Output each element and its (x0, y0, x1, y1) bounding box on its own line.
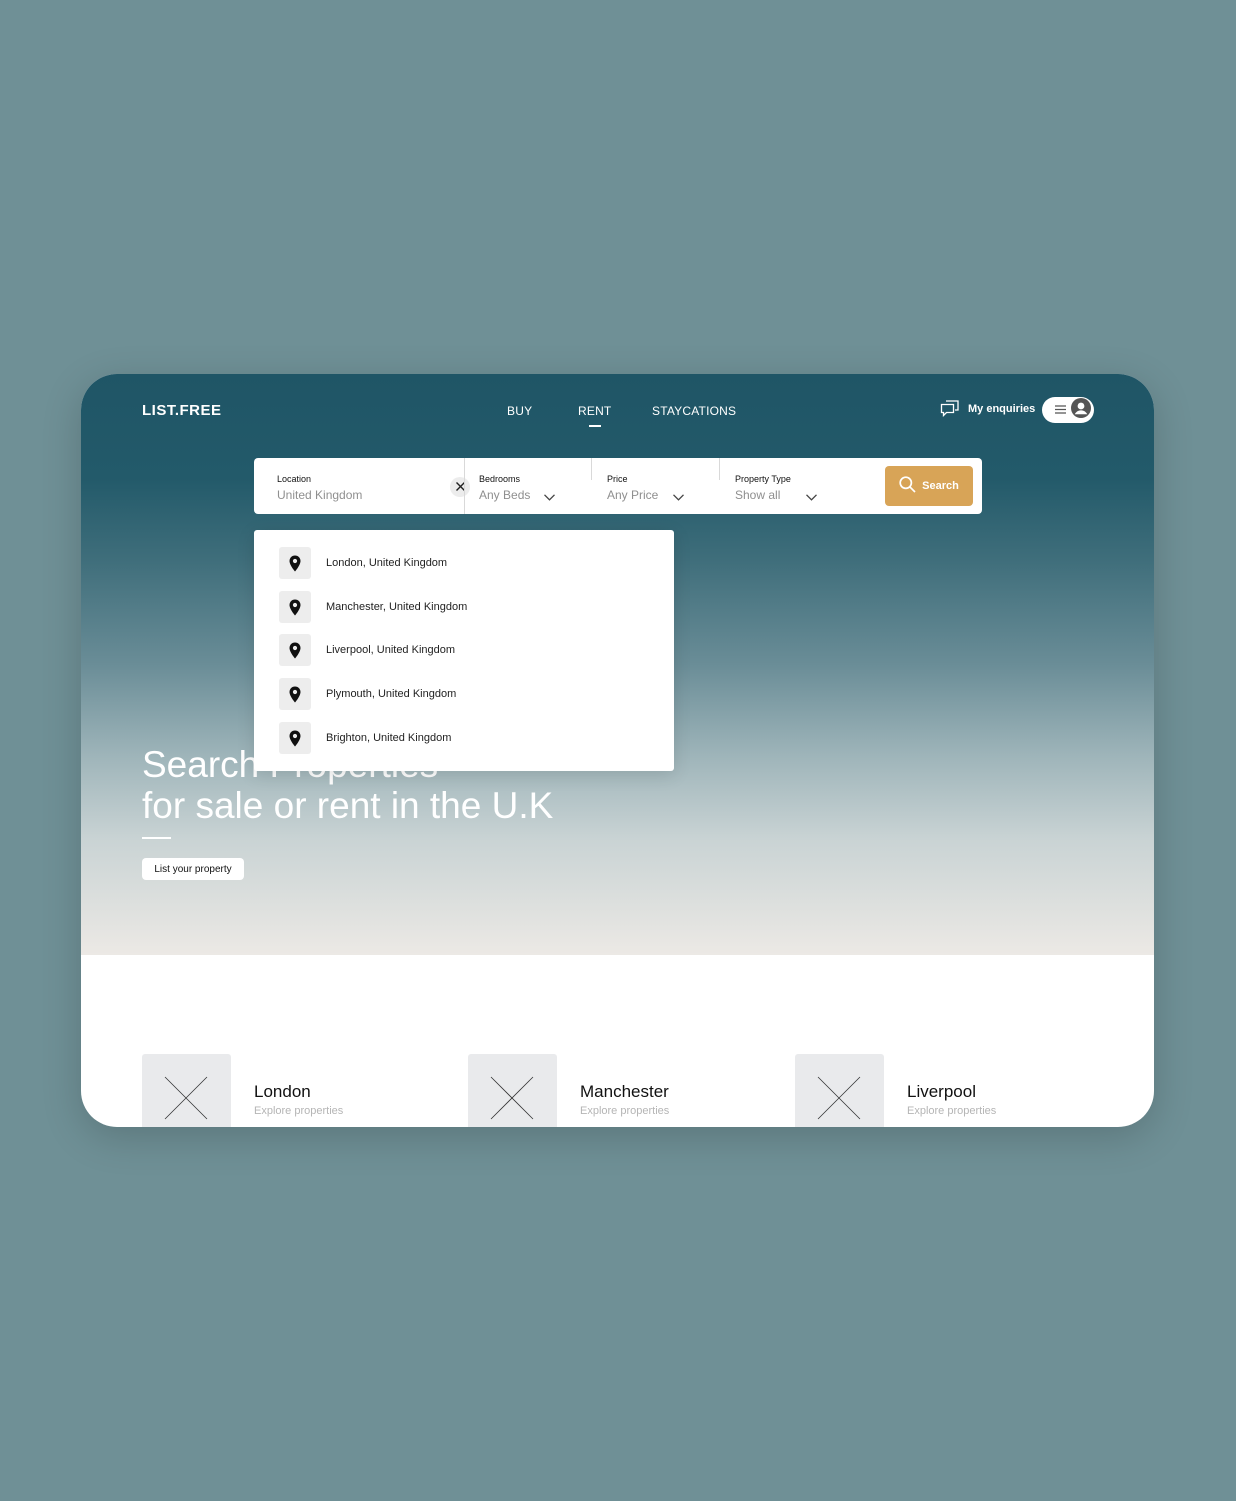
search-button-label: Search (922, 480, 959, 492)
location-suggestions-dropdown: London, United Kingdom Manchester, United… (254, 530, 674, 771)
city-name: London (254, 1082, 311, 1101)
suggestion-item[interactable]: Manchester, United Kingdom (279, 591, 649, 623)
property-type-label: Property Type (735, 474, 791, 484)
search-bar: Location United Kingdom Bedrooms Any Bed… (254, 458, 982, 514)
location-value[interactable]: United Kingdom (277, 488, 362, 502)
hamburger-icon (1055, 401, 1066, 419)
map-pin-icon (279, 678, 311, 710)
bedrooms-select[interactable]: Bedrooms Any Beds (479, 458, 589, 514)
map-pin-icon (279, 722, 311, 754)
city-name: Manchester (580, 1082, 669, 1101)
field-divider (719, 458, 720, 480)
city-card[interactable]: Manchester Explore properties (468, 1054, 768, 1127)
location-field[interactable]: Location United Kingdom (277, 458, 470, 514)
list-your-property-button[interactable]: List your property (142, 858, 244, 880)
user-menu-button[interactable] (1042, 397, 1094, 423)
suggestion-label: Manchester, United Kingdom (326, 601, 468, 613)
property-type-select[interactable]: Property Type Show all (735, 458, 865, 514)
price-select[interactable]: Price Any Price (607, 458, 717, 514)
chevron-down-icon (673, 488, 684, 506)
search-icon (899, 476, 916, 496)
map-pin-icon (279, 591, 311, 623)
image-placeholder-icon (468, 1054, 557, 1127)
headline-divider (142, 837, 171, 839)
my-enquiries-link[interactable]: My enquiries (940, 399, 1035, 419)
nav-item-staycations[interactable]: STAYCATIONS (652, 404, 736, 418)
suggestion-item[interactable]: Plymouth, United Kingdom (279, 678, 649, 710)
suggestion-item[interactable]: London, United Kingdom (279, 547, 649, 579)
app-window: LIST.FREE BUY RENT STAYCATIONS My enquir… (81, 374, 1154, 1127)
price-label: Price (607, 474, 628, 484)
property-type-value: Show all (735, 488, 781, 502)
city-card[interactable]: London Explore properties (142, 1054, 442, 1127)
suggestion-item[interactable]: Brighton, United Kingdom (279, 722, 649, 754)
price-value: Any Price (607, 488, 659, 502)
hero-headline-line-2: for sale or rent in the U.K (142, 785, 554, 826)
suggestion-item[interactable]: Liverpool, United Kingdom (279, 634, 649, 666)
map-pin-icon (279, 547, 311, 579)
hero-section: LIST.FREE BUY RENT STAYCATIONS My enquir… (81, 374, 1154, 955)
suggestion-label: Liverpool, United Kingdom (326, 644, 456, 656)
location-label: Location (277, 474, 312, 484)
chevron-down-icon (544, 488, 555, 506)
city-subtitle: Explore properties (907, 1105, 997, 1117)
nav-item-rent[interactable]: RENT (578, 404, 611, 418)
my-enquiries-label: My enquiries (968, 403, 1036, 415)
search-button[interactable]: Search (885, 466, 973, 506)
suggestion-label: Brighton, United Kingdom (326, 732, 452, 744)
bedrooms-value: Any Beds (479, 488, 531, 502)
image-placeholder-icon (142, 1054, 231, 1127)
chat-bubbles-icon (940, 399, 960, 420)
image-placeholder-icon (795, 1054, 884, 1127)
nav-item-buy[interactable]: BUY (507, 404, 532, 418)
chevron-down-icon (806, 488, 817, 506)
city-name: Liverpool (907, 1082, 976, 1101)
clear-location-button[interactable] (450, 477, 470, 497)
city-subtitle: Explore properties (254, 1105, 344, 1117)
city-card[interactable]: Liverpool Explore properties (795, 1054, 1095, 1127)
city-subtitle: Explore properties (580, 1105, 670, 1117)
user-avatar-icon (1071, 397, 1091, 423)
bedrooms-label: Bedrooms (479, 474, 521, 484)
suggestion-label: London, United Kingdom (326, 557, 448, 569)
suggestion-label: Plymouth, United Kingdom (326, 688, 457, 700)
field-divider (464, 458, 465, 514)
field-divider (591, 458, 592, 480)
map-pin-icon (279, 634, 311, 666)
